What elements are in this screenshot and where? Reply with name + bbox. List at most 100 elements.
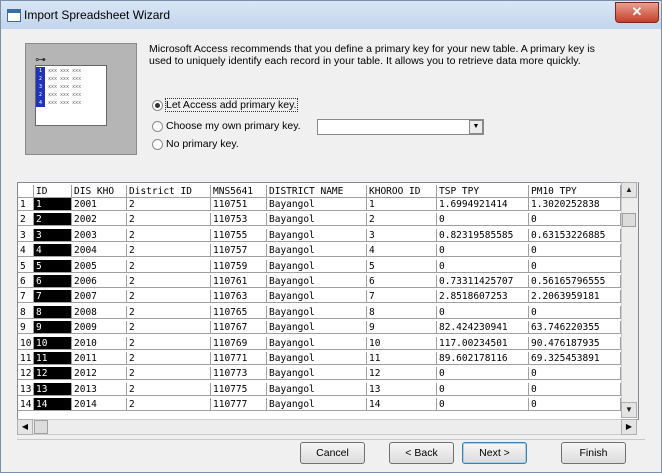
option-let-access[interactable]: Let Access add primary key. bbox=[152, 98, 298, 113]
column-header[interactable]: DISTRICT NAME bbox=[267, 185, 367, 198]
table-cell[interactable]: Bayangol bbox=[267, 244, 367, 258]
table-cell[interactable]: 110757 bbox=[211, 244, 267, 258]
table-cell[interactable]: 2007 bbox=[72, 290, 127, 304]
table-cell[interactable]: 2 bbox=[127, 198, 211, 211]
table-cell[interactable]: 13 bbox=[34, 382, 72, 396]
table-cell[interactable]: 2.8518607253 bbox=[437, 290, 529, 304]
table-cell[interactable]: 2 bbox=[127, 228, 211, 242]
table-cell[interactable]: 110759 bbox=[211, 259, 267, 273]
table-cell[interactable]: 2.2063959181 bbox=[529, 290, 621, 304]
table-cell[interactable]: 5 bbox=[367, 259, 437, 273]
table-cell[interactable]: Bayangol bbox=[267, 275, 367, 288]
table-cell[interactable]: 2 bbox=[127, 305, 211, 319]
table-cell[interactable]: Bayangol bbox=[267, 305, 367, 319]
table-cell[interactable]: Bayangol bbox=[267, 336, 367, 350]
table-row[interactable]: 11 11 2011 2 110771 Bayangol 11 89.602178116 69.… bbox=[18, 352, 621, 365]
table-cell[interactable]: 0 bbox=[529, 367, 621, 381]
table-cell[interactable]: 8 bbox=[34, 305, 72, 319]
table-cell[interactable]: 2004 bbox=[72, 244, 127, 258]
table-cell[interactable]: 12 bbox=[367, 367, 437, 381]
table-cell[interactable]: 3 bbox=[34, 228, 72, 242]
column-header[interactable]: ID bbox=[34, 185, 72, 198]
table-cell[interactable]: Bayangol bbox=[267, 352, 367, 365]
table-cell[interactable]: 1 bbox=[367, 198, 437, 211]
table-cell[interactable]: Bayangol bbox=[267, 259, 367, 273]
primary-key-field-select[interactable] bbox=[317, 119, 484, 135]
table-cell[interactable]: 11 bbox=[367, 352, 437, 365]
option-no-key[interactable]: No primary key. bbox=[152, 137, 239, 151]
option-let-access-label[interactable]: Let Access add primary key. bbox=[165, 98, 298, 113]
table-cell[interactable]: 8 bbox=[367, 305, 437, 319]
table-cell[interactable]: 0 bbox=[529, 213, 621, 227]
table-cell[interactable]: 4 bbox=[367, 244, 437, 258]
cancel-button[interactable]: Cancel bbox=[300, 442, 365, 464]
table-cell[interactable]: 2 bbox=[127, 367, 211, 381]
option-no-key-label[interactable]: No primary key. bbox=[166, 138, 239, 150]
table-cell[interactable]: 12 bbox=[34, 367, 72, 381]
table-cell[interactable]: 0.56165796555 bbox=[529, 275, 621, 288]
title-bar[interactable]: Import Spreadsheet Wizard ✕ bbox=[1, 1, 661, 29]
table-cell[interactable]: 2002 bbox=[72, 213, 127, 227]
table-cell[interactable]: Bayangol bbox=[267, 290, 367, 304]
table-cell[interactable]: 2008 bbox=[72, 305, 127, 319]
table-cell[interactable]: 2014 bbox=[72, 398, 127, 412]
column-header[interactable]: TSP TPY bbox=[437, 185, 529, 198]
table-row[interactable]: 1 1 2001 2 110751 Bayangol 1 1.6994921414 1.3020… bbox=[18, 198, 621, 211]
table-row[interactable]: 7 7 2007 2 110763 Bayangol 7 2.8518607253 2.2063… bbox=[18, 290, 621, 304]
data-preview-grid[interactable]: ID DIS KHO District ID MNS5641 DISTRICT NAME… bbox=[17, 182, 639, 420]
table-cell[interactable]: 2 bbox=[127, 213, 211, 227]
table-cell[interactable]: 0.82319585585 bbox=[437, 228, 529, 242]
table-cell[interactable]: 14 bbox=[34, 398, 72, 412]
table-cell[interactable]: Bayangol bbox=[267, 213, 367, 227]
table-cell[interactable]: 110767 bbox=[211, 321, 267, 335]
table-cell[interactable]: 110765 bbox=[211, 305, 267, 319]
table-cell[interactable]: 2 bbox=[127, 382, 211, 396]
column-header[interactable]: MNS5641 bbox=[211, 185, 267, 198]
table-cell[interactable]: 0 bbox=[529, 259, 621, 273]
radio-no-key[interactable] bbox=[152, 138, 163, 150]
table-cell[interactable]: 110773 bbox=[211, 367, 267, 381]
table-cell[interactable]: 2003 bbox=[72, 228, 127, 242]
table-cell[interactable]: 5 bbox=[34, 259, 72, 273]
table-cell[interactable]: Bayangol bbox=[267, 228, 367, 242]
table-cell[interactable]: 0 bbox=[437, 259, 529, 273]
close-button[interactable]: ✕ bbox=[615, 2, 659, 23]
table-cell[interactable]: 82.424230941 bbox=[437, 321, 529, 335]
table-cell[interactable]: 2 bbox=[127, 259, 211, 273]
table-cell[interactable]: 0 bbox=[437, 244, 529, 258]
table-cell[interactable]: 0 bbox=[437, 213, 529, 227]
table-cell[interactable]: 9 bbox=[34, 321, 72, 335]
table-row[interactable]: 8 8 2008 2 110765 Bayangol 8 0 0 bbox=[18, 305, 621, 319]
finish-button[interactable]: Finish bbox=[561, 442, 626, 464]
table-cell[interactable]: 110751 bbox=[211, 198, 267, 211]
table-cell[interactable]: 1 bbox=[34, 198, 72, 211]
table-cell[interactable]: 2 bbox=[34, 213, 72, 227]
table-cell[interactable]: 0 bbox=[529, 244, 621, 258]
table-cell[interactable]: 0 bbox=[437, 367, 529, 381]
scroll-left-arrow-icon[interactable]: ◀ bbox=[17, 419, 33, 435]
next-button[interactable]: Next > bbox=[462, 442, 527, 464]
chevron-down-icon[interactable]: ▼ bbox=[469, 120, 483, 134]
table-cell[interactable]: 2 bbox=[127, 275, 211, 288]
table-cell[interactable]: 6 bbox=[34, 275, 72, 288]
table-cell[interactable]: 2 bbox=[127, 321, 211, 335]
table-cell[interactable]: 2 bbox=[367, 213, 437, 227]
table-cell[interactable]: 9 bbox=[367, 321, 437, 335]
table-cell[interactable]: 0 bbox=[529, 398, 621, 412]
table-cell[interactable]: 7 bbox=[367, 290, 437, 304]
table-cell[interactable]: 2 bbox=[127, 398, 211, 412]
radio-let-access[interactable] bbox=[152, 99, 163, 111]
table-cell[interactable]: 110761 bbox=[211, 275, 267, 288]
table-row[interactable]: 9 9 2009 2 110767 Bayangol 9 82.424230941 63.746… bbox=[18, 321, 621, 335]
table-cell[interactable]: Bayangol bbox=[267, 321, 367, 335]
horizontal-scrollbar[interactable] bbox=[17, 419, 637, 435]
table-row[interactable]: 13 13 2013 2 110775 Bayangol 13 0 0 bbox=[18, 382, 621, 396]
table-row[interactable]: 6 6 2006 2 110761 Bayangol 6 0.73311425707 0.561… bbox=[18, 275, 621, 288]
table-cell[interactable]: 10 bbox=[34, 336, 72, 350]
table-cell[interactable]: 6 bbox=[367, 275, 437, 288]
table-cell[interactable]: 0.73311425707 bbox=[437, 275, 529, 288]
table-cell[interactable]: 0 bbox=[437, 382, 529, 396]
table-row[interactable]: 10 10 2010 2 110769 Bayangol 10 117.00234501 90.… bbox=[18, 336, 621, 350]
table-cell[interactable]: 14 bbox=[367, 398, 437, 412]
table-cell[interactable]: 90.476187935 bbox=[529, 336, 621, 350]
